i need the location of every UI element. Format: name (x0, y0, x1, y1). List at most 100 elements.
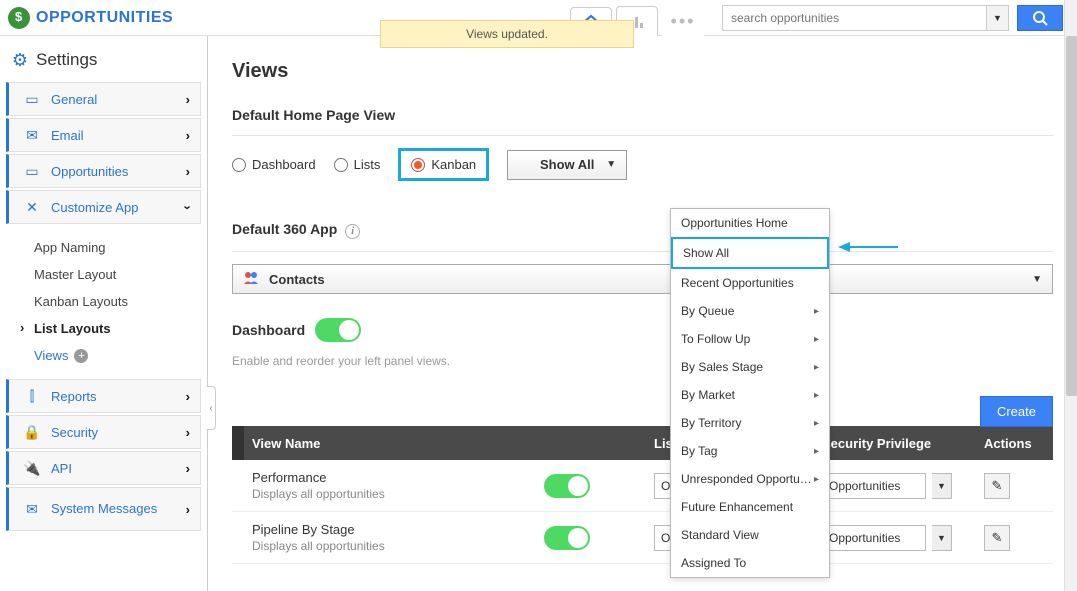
sub-app-naming[interactable]: App Naming (34, 234, 201, 261)
menu-item[interactable]: By Territory▸ (671, 409, 829, 437)
radio-dashboard[interactable]: Dashboard (232, 157, 316, 172)
sub-kanban-layouts[interactable]: Kanban Layouts (34, 288, 201, 315)
radio-input[interactable] (334, 158, 348, 172)
col-security: Security Privilege (822, 436, 984, 451)
menu-item[interactable]: Opportunities Home (671, 209, 829, 237)
submenu-arrow-icon: ▸ (814, 446, 819, 457)
view-filter-dropdown[interactable]: Show All ▼ (507, 150, 627, 180)
pencil-icon: ✎ (992, 478, 1003, 494)
gear-icon: ⚙ (10, 50, 30, 70)
dashboard-section-heading: Dashboard (232, 318, 1053, 342)
scrollbar-thumb[interactable] (1066, 36, 1077, 396)
submenu-arrow-icon: ▸ (814, 334, 819, 345)
menu-item[interactable]: Future Enhancement (671, 493, 829, 521)
security-select[interactable]: Opportunities (822, 525, 926, 551)
menu-item-label: Unresponded Opportu… (681, 472, 812, 486)
security-select[interactable]: Opportunities (822, 473, 926, 499)
sub-views[interactable]: Views + (34, 342, 201, 369)
menu-item-label: Assigned To (681, 556, 746, 570)
default-360-heading: Default 360 App i (232, 221, 1053, 239)
select-caret[interactable]: ▼ (932, 525, 952, 551)
submenu-arrow-icon: ▸ (814, 390, 819, 401)
default-360-combo[interactable]: Contacts ▼ (232, 264, 1053, 294)
submenu-arrow-icon: ▸ (814, 362, 819, 373)
search-input[interactable] (722, 5, 987, 31)
sidebar-item-system-messages[interactable]: ✉System Messages › (6, 487, 201, 531)
menu-item[interactable]: By Market ▸ (671, 381, 829, 409)
sidebar-item-customize-app[interactable]: ✕Customize App › (6, 190, 201, 224)
people-icon (243, 271, 261, 288)
sidebar-item-label: Email (51, 128, 84, 143)
layout-icon: ▭ (23, 91, 41, 108)
menu-item-label: To Follow Up (681, 332, 750, 346)
sidebar-item-label: Opportunities (51, 164, 128, 179)
chevron-right-icon: › (186, 461, 190, 476)
sidebar-title-text: Settings (36, 50, 97, 70)
sidebar: ⚙ Settings ▭ General › ✉Email › ▭Opportun… (0, 36, 208, 591)
edit-row-button[interactable]: ✎ (984, 525, 1010, 551)
chevron-right-icon: › (186, 128, 190, 143)
sidebar-item-label: Reports (51, 389, 97, 404)
menu-item-label: By Tag (681, 444, 717, 458)
chevron-down-icon: ▼ (993, 13, 1002, 23)
lock-icon: 🔒 (23, 424, 41, 441)
select-caret[interactable]: ▼ (932, 473, 952, 499)
chevron-right-icon: › (186, 502, 190, 517)
sidebar-item-label: Customize App (51, 200, 138, 215)
sidebar-item-label: General (51, 92, 97, 107)
plus-badge-icon[interactable]: + (74, 349, 88, 363)
menu-item[interactable]: Show All (671, 237, 829, 269)
sidebar-item-general[interactable]: ▭General › (6, 82, 201, 116)
edit-row-button[interactable]: ✎ (984, 473, 1010, 499)
create-button[interactable]: Create (980, 396, 1053, 427)
combo-value: Contacts (269, 272, 325, 287)
toast-notice: Views updated. (380, 20, 634, 48)
sub-list-layouts[interactable]: List Layouts (34, 315, 201, 342)
pencil-icon: ✎ (992, 530, 1003, 546)
vertical-scrollbar[interactable] (1064, 0, 1077, 591)
sidebar-item-label: API (51, 461, 72, 476)
radio-input[interactable] (232, 158, 246, 172)
sidebar-item-reports[interactable]: ⫿Reports › (6, 379, 201, 413)
menu-item-label: Future Enhancement (681, 500, 793, 514)
chevron-right-icon: › (186, 389, 190, 404)
table-row: Performance Displays all opportunities O… (232, 460, 1053, 512)
chevron-right-icon: › (186, 164, 190, 179)
col-view-name: View Name (244, 436, 544, 451)
main-content: Views Default Home Page View Dashboard L… (208, 36, 1077, 591)
row-toggle[interactable] (544, 526, 590, 550)
menu-item[interactable]: By Tag ▸ (671, 437, 829, 465)
sidebar-item-label: Security (51, 425, 98, 440)
radio-kanban[interactable]: Kanban (398, 148, 489, 181)
menu-item[interactable]: By Queue▸ (671, 297, 829, 325)
menu-item[interactable]: By Sales Stage▸ (671, 353, 829, 381)
info-icon[interactable]: i (345, 224, 360, 239)
menu-item[interactable]: Standard View (671, 521, 829, 549)
row-name: Performance (252, 470, 544, 485)
radio-selected-icon (411, 158, 425, 172)
radio-lists[interactable]: Lists (334, 157, 381, 172)
menu-item[interactable]: Unresponded Opportu…▸ (671, 465, 829, 493)
menu-item[interactable]: Assigned To (671, 549, 829, 577)
chevron-down-icon: › (180, 205, 195, 209)
menu-item[interactable]: To Follow Up ▸ (671, 325, 829, 353)
annotation-arrow (838, 237, 898, 260)
sidebar-item-opportunities[interactable]: ▭Opportunities › (6, 154, 201, 188)
sidebar-item-api[interactable]: 🔌API › (6, 451, 201, 485)
dashboard-toggle[interactable] (315, 318, 361, 342)
sub-master-layout[interactable]: Master Layout (34, 261, 201, 288)
tab-more[interactable]: ••• (662, 6, 704, 36)
sidebar-item-security[interactable]: 🔒Security › (6, 415, 201, 449)
menu-item-label: By Market (681, 388, 735, 402)
menu-item-label: By Queue (681, 304, 734, 318)
search-button[interactable] (1017, 5, 1063, 31)
search-dropdown[interactable]: ▼ (987, 5, 1009, 31)
menu-item[interactable]: Recent Opportunities (671, 269, 829, 297)
row-name: Pipeline By Stage (252, 522, 544, 537)
submenu-arrow-icon: ▸ (814, 474, 819, 485)
row-desc: Displays all opportunities (252, 539, 544, 553)
sidebar-item-email[interactable]: ✉Email › (6, 118, 201, 152)
menu-item-label: Show All (683, 246, 729, 260)
row-toggle[interactable] (544, 474, 590, 498)
views-table-header: View Name List Layout Security Privilege… (232, 426, 1053, 460)
